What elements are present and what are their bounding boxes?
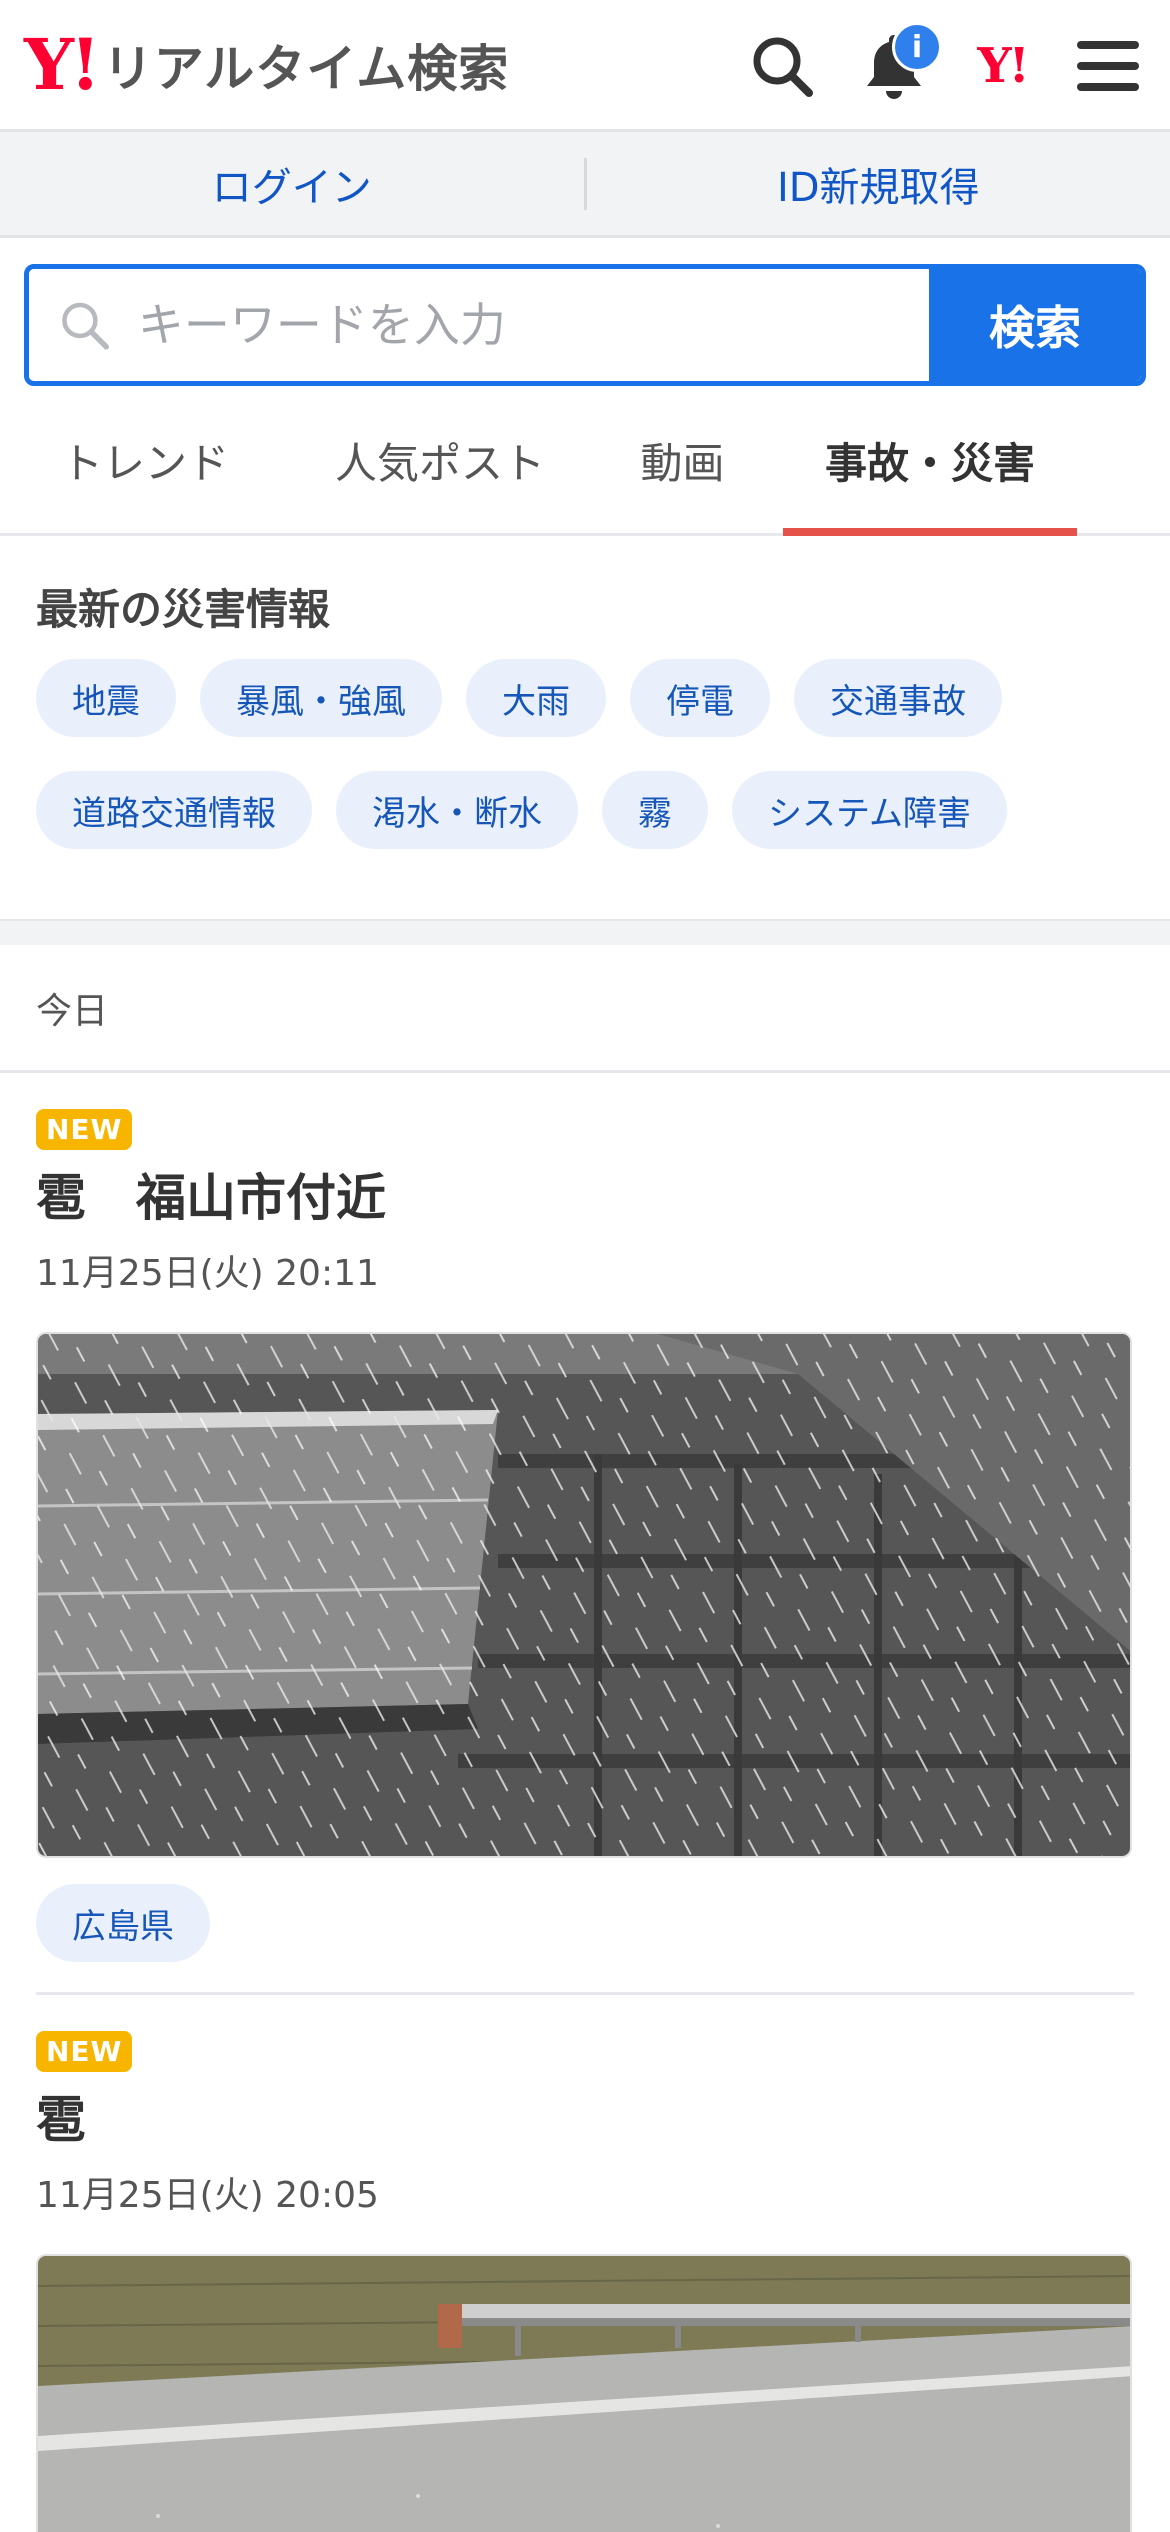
hamburger-menu-icon[interactable] — [1068, 26, 1148, 106]
region-tag[interactable]: 広島県 — [36, 1884, 210, 1962]
article-title[interactable]: 雹 福山市付近 — [36, 1158, 1134, 1230]
article-item[interactable]: NEW 雹 11月25日(火) 20:05 — [0, 1995, 1170, 2532]
article-image[interactable] — [36, 1332, 1132, 1858]
tab-accident-disaster[interactable]: 事故・災害 — [775, 388, 1085, 536]
header-actions: i Y! — [742, 0, 1148, 132]
chip-heavy-rain[interactable]: 大雨 — [466, 659, 606, 737]
notification-badge: i — [892, 22, 942, 72]
category-tabs: トレンド 人気ポスト 動画 事故・災害 — [0, 388, 1170, 536]
login-link[interactable]: ログイン — [0, 155, 584, 213]
search-button[interactable]: 検索 — [929, 269, 1141, 381]
auth-bar: ログイン ID新規取得 — [0, 132, 1170, 238]
tab-video[interactable]: 動画 — [590, 388, 775, 533]
search-form: 検索 — [24, 264, 1146, 386]
search-icon[interactable] — [742, 26, 822, 106]
new-badge: NEW — [36, 2031, 133, 2072]
article-image[interactable] — [36, 2254, 1132, 2532]
day-header: 今日 — [0, 945, 1170, 1073]
article-title[interactable]: 雹 — [36, 2080, 1134, 2152]
site-logo[interactable]: Y! リアルタイム検索 — [24, 25, 509, 105]
yahoo-japan-icon[interactable]: Y! — [964, 26, 1040, 106]
top-bar: Y! リアルタイム検索 i Y! — [0, 0, 1170, 132]
search-field-wrapper — [29, 269, 929, 381]
disaster-info-section: 最新の災害情報 地震 暴風・強風 大雨 停電 交通事故 道路交通情報 渇水・断水… — [0, 536, 1170, 919]
search-area: 検索 — [0, 238, 1170, 388]
disaster-chip-list: 地震 暴風・強風 大雨 停電 交通事故 道路交通情報 渇水・断水 霧 システム障… — [36, 659, 1134, 883]
magnifier-icon — [62, 302, 110, 350]
logo-service-name: リアルタイム検索 — [102, 39, 510, 98]
yahoo-mark-text: Y! — [977, 38, 1029, 94]
search-input[interactable] — [137, 298, 929, 352]
bell-icon[interactable]: i — [854, 22, 942, 106]
chip-power-outage[interactable]: 停電 — [630, 659, 770, 737]
yahoo-logo-mark: Y! — [24, 22, 101, 106]
signup-link[interactable]: ID新規取得 — [587, 155, 1170, 213]
section-divider — [0, 919, 1170, 945]
chip-water-shortage[interactable]: 渇水・断水 — [336, 771, 578, 849]
tab-popular-posts[interactable]: 人気ポスト — [290, 388, 590, 533]
chip-traffic-accident[interactable]: 交通事故 — [794, 659, 1002, 737]
article-timestamp: 11月25日(火) 20:05 — [36, 2175, 379, 2216]
new-badge: NEW — [36, 1109, 133, 1150]
section-title: 最新の災害情報 — [36, 585, 331, 634]
chip-storm[interactable]: 暴風・強風 — [200, 659, 442, 737]
article-item[interactable]: NEW 雹 福山市付近 11月25日(火) 20:11 広島県 — [0, 1073, 1170, 1995]
article-timestamp: 11月25日(火) 20:11 — [36, 1253, 379, 1294]
chip-road-traffic[interactable]: 道路交通情報 — [36, 771, 312, 849]
chip-earthquake[interactable]: 地震 — [36, 659, 176, 737]
chip-system-failure[interactable]: システム障害 — [732, 771, 1007, 849]
chip-fog[interactable]: 霧 — [602, 771, 708, 849]
tab-trend[interactable]: トレンド — [0, 388, 290, 533]
